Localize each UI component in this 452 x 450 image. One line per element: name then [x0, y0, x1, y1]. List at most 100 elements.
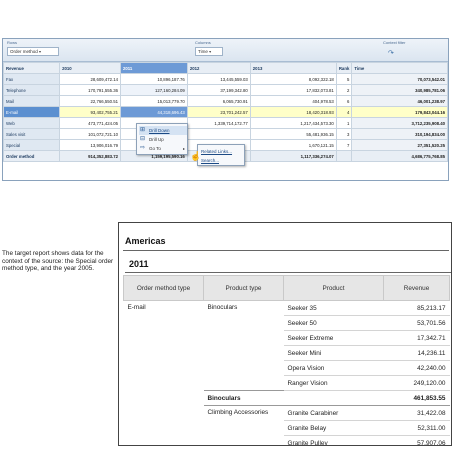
- revenue-cell: 57,907.06: [383, 435, 450, 445]
- year-header-2010[interactable]: 2010: [59, 62, 121, 74]
- product-cell: Granite Belay: [283, 420, 384, 436]
- column-header: Order method type: [123, 275, 204, 301]
- rows-drop-zone[interactable]: Order method ▾: [7, 47, 59, 56]
- chevron-down-icon[interactable]: ▾: [39, 49, 41, 54]
- rank-cell[interactable]: 2: [335, 84, 353, 96]
- rows-drop-label: Rows: [7, 40, 18, 45]
- report-region-title: Americas: [125, 236, 166, 246]
- revenue-cell: 17,342.71: [383, 330, 450, 346]
- total-cell[interactable]: 310,194,834.00: [351, 128, 448, 140]
- total-cell[interactable]: 46,001,238.97: [351, 95, 448, 107]
- revenue-cell: 52,311.00: [383, 420, 450, 436]
- menu-item-drill-down[interactable]: ⊞ Drill Down: [139, 126, 187, 135]
- grid-cell[interactable]: [186, 128, 251, 140]
- rank-cell[interactable]: 3: [335, 128, 353, 140]
- product-cell: Granite Carabiner: [283, 405, 384, 421]
- row-header[interactable]: Mail: [3, 95, 61, 107]
- grid-cell[interactable]: 28,609,472.14: [59, 73, 121, 85]
- grid-cell[interactable]: 914,352,883.72: [59, 150, 121, 162]
- rank-cell[interactable]: 7: [335, 139, 353, 151]
- grid-cell[interactable]: 404,978.53: [249, 95, 337, 107]
- grid-cell[interactable]: 473,771,424.05: [59, 117, 121, 129]
- rank-cell[interactable]: 4: [335, 106, 353, 118]
- total-cell[interactable]: 4,686,775,768.85: [351, 150, 448, 162]
- grid-cell[interactable]: 22,766,550.51: [59, 95, 121, 107]
- grid-cell[interactable]: 10,896,187.76: [119, 73, 188, 85]
- product-cell: Seeker Mini: [283, 345, 384, 361]
- rank-cell[interactable]: [335, 150, 353, 162]
- selected-cell[interactable]: 44,318,696.43: [119, 106, 188, 118]
- context-menu: ⊞ Drill Down ⊟ Drill Up ⇨ Go To ▸: [136, 123, 188, 155]
- grid-cell[interactable]: 37,199,342.80: [186, 84, 251, 96]
- year-header-2012[interactable]: 2012: [186, 62, 251, 74]
- menu-item-label: Drill Down: [149, 128, 170, 133]
- chevron-down-icon[interactable]: ▾: [209, 49, 211, 54]
- drop-zone-bar: Rows Order method ▾ Columns Time ▾ Conte…: [3, 39, 448, 62]
- hand-cursor-icon: ☝: [190, 151, 202, 161]
- menu-item-label: Drill Up: [149, 137, 164, 142]
- grid-cell[interactable]: 17,832,073.81: [249, 84, 337, 96]
- rank-cell[interactable]: 1: [335, 117, 353, 129]
- year-header-2011[interactable]: 2011: [119, 62, 188, 74]
- subtotal-value: 461,853.55: [383, 390, 450, 406]
- total-cell[interactable]: 179,843,044.16: [351, 106, 448, 118]
- grid-cell[interactable]: 13,906,016.79: [59, 139, 121, 151]
- grid-cell[interactable]: 93,402,755.21: [59, 106, 121, 118]
- total-cell[interactable]: 340,985,781.06: [351, 84, 448, 96]
- row-header[interactable]: Telephone: [3, 84, 61, 96]
- grid-cell[interactable]: 15,013,779.70: [119, 95, 188, 107]
- grid-cell[interactable]: 1,117,336,274.07: [249, 150, 337, 162]
- menu-item-drill-up[interactable]: ⊟ Drill Up: [139, 135, 187, 144]
- order-method-cell: E-mail: [127, 304, 146, 311]
- grid-corner-cell[interactable]: Revenue: [3, 62, 61, 74]
- row-header[interactable]: Fax: [3, 73, 61, 85]
- caption-text: The target report shows data for the con…: [2, 250, 114, 273]
- grid-cell[interactable]: 13,445,559.03: [186, 73, 251, 85]
- row-header[interactable]: Order method: [3, 150, 61, 162]
- grid-cell[interactable]: 23,701,242.57: [186, 106, 251, 118]
- grid-cell[interactable]: 18,420,318.93: [249, 106, 337, 118]
- product-cell: Opera Vision: [283, 360, 384, 376]
- rank-header[interactable]: Rank: [335, 62, 353, 74]
- row-header[interactable]: Web: [3, 117, 61, 129]
- grid-cell[interactable]: 1,217,434,573.30: [249, 117, 337, 129]
- product-type-cell: Binoculars: [207, 304, 238, 311]
- subtotal-empty-cell: [283, 390, 384, 406]
- submenu-search[interactable]: Search...: [201, 158, 219, 163]
- grid-row-fax: Fax 28,609,472.14 10,896,187.76 13,445,5…: [3, 73, 448, 85]
- total-cell[interactable]: 27,351,520.25: [351, 139, 448, 151]
- report-table: Order method type Product type Product R…: [123, 275, 450, 445]
- menu-item-go-to[interactable]: ⇨ Go To ▸: [139, 144, 187, 153]
- row-header[interactable]: E-mail: [3, 106, 61, 118]
- report-row: E-mail Binoculars Seeker 35 85,213.17: [124, 300, 450, 316]
- go-to-submenu: Related Links... Search...: [197, 144, 245, 166]
- row-header[interactable]: Special: [3, 139, 61, 151]
- grid-cell[interactable]: 6,065,730.91: [186, 95, 251, 107]
- product-cell: Seeker 50: [283, 315, 384, 331]
- divider: [125, 272, 451, 273]
- total-cell[interactable]: 70,073,542.01: [351, 73, 448, 85]
- rank-cell[interactable]: 5: [335, 73, 353, 85]
- year-header-2013[interactable]: 2013: [249, 62, 337, 74]
- submenu-related-links[interactable]: Related Links...: [201, 149, 232, 154]
- grid-cell[interactable]: 170,791,555.36: [59, 84, 121, 96]
- grid-cell[interactable]: 101,072,721.10: [59, 128, 121, 140]
- time-header[interactable]: Time: [351, 62, 448, 74]
- grid-cell[interactable]: 8,092,322.18: [249, 73, 337, 85]
- columns-drop-zone[interactable]: Time ▾: [195, 47, 223, 56]
- grid-cell[interactable]: 127,160,284.09: [119, 84, 188, 96]
- drill-up-icon: ⊟: [140, 136, 146, 142]
- context-filter-icon[interactable]: ↷: [388, 49, 394, 57]
- grid-cell[interactable]: 55,481,936.15: [249, 128, 337, 140]
- rank-cell[interactable]: 6: [335, 95, 353, 107]
- row-header[interactable]: Sales visit: [3, 128, 61, 140]
- grid-cell[interactable]: 1,670,121.15: [249, 139, 337, 151]
- revenue-cell: 14,236.11: [383, 345, 450, 361]
- report-year-title: 2011: [129, 259, 149, 269]
- grid-row-mail: Mail 22,766,550.51 15,013,779.70 6,065,7…: [3, 95, 448, 107]
- grid-cell[interactable]: 1,339,714,172.77: [186, 117, 251, 129]
- total-cell[interactable]: 3,712,235,908.40: [351, 117, 448, 129]
- grid-row-email: E-mail 93,402,755.21 44,318,696.43 23,70…: [3, 106, 448, 118]
- revenue-cell: 31,422.08: [383, 405, 450, 421]
- column-header: Revenue: [383, 275, 450, 301]
